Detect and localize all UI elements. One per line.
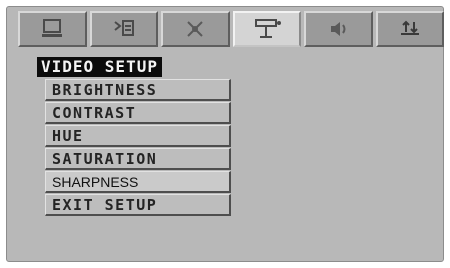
menu-item-brightness[interactable]: BRIGHTNESS — [45, 79, 231, 101]
preference-icon — [397, 18, 423, 40]
tab-speaker-setup[interactable] — [304, 11, 373, 47]
menu-item-sharpness[interactable]: SHARPNESS — [45, 171, 231, 193]
tab-video-setup[interactable] — [232, 11, 301, 47]
menu-item-hue[interactable]: HUE — [45, 125, 231, 147]
menu-item-contrast[interactable]: CONTRAST — [45, 102, 231, 124]
video-setup-menu: BRIGHTNESS CONTRAST HUE SATURATION SHARP… — [45, 79, 231, 217]
monitor-icon — [39, 18, 65, 40]
speaker-icon — [325, 18, 351, 40]
menu-item-saturation[interactable]: SATURATION — [45, 148, 231, 170]
language-icon — [111, 18, 137, 40]
menu-title: VIDEO SETUP — [37, 57, 162, 77]
tab-language-setup[interactable] — [89, 11, 158, 47]
tab-general-setup[interactable] — [18, 11, 87, 47]
setup-tab-bar — [18, 11, 444, 47]
audio-tools-icon — [182, 18, 208, 40]
tab-preference-setup[interactable] — [375, 11, 444, 47]
osd-screen: VIDEO SETUP BRIGHTNESS CONTRAST HUE SATU… — [6, 6, 444, 262]
menu-item-exit-setup[interactable]: EXIT SETUP — [45, 194, 231, 216]
tab-audio-setup[interactable] — [161, 11, 230, 47]
video-setup-icon — [252, 17, 282, 41]
